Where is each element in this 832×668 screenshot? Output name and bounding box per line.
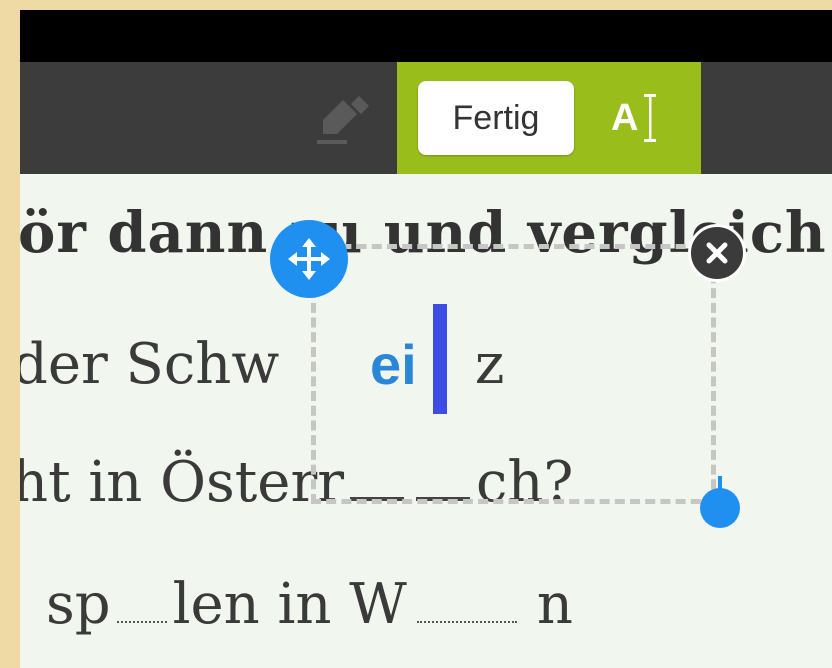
done-button[interactable]: Fertig [418,81,574,155]
app-frame: Fertig A ör dann zu und vergleich der Sc… [20,10,832,668]
text-cursor [433,304,447,414]
text-tool-panel: Fertig A [397,62,701,174]
exercise-line-4: sp len in W n [46,572,573,637]
line4-part-b: len in W [172,572,407,637]
close-icon[interactable] [688,224,746,282]
move-arrows-icon[interactable] [270,220,348,298]
text-tool-button[interactable]: A [611,88,658,148]
text-cursor-icon [644,94,657,142]
line4-part-a: sp [46,572,111,637]
line4-part-c: n [536,572,573,637]
pencil-icon[interactable] [313,92,373,148]
blank-field[interactable] [416,611,517,623]
typed-text[interactable]: ei [370,332,417,397]
line2-prefix: der Schw [20,332,280,397]
line3-prefix: ht in Österr [20,450,344,515]
resize-handle-icon[interactable] [700,476,740,528]
status-bar [20,10,832,62]
blank-field[interactable] [116,611,167,623]
annotation-toolbar: Fertig A [20,62,832,174]
text-tool-label: A [611,96,639,139]
